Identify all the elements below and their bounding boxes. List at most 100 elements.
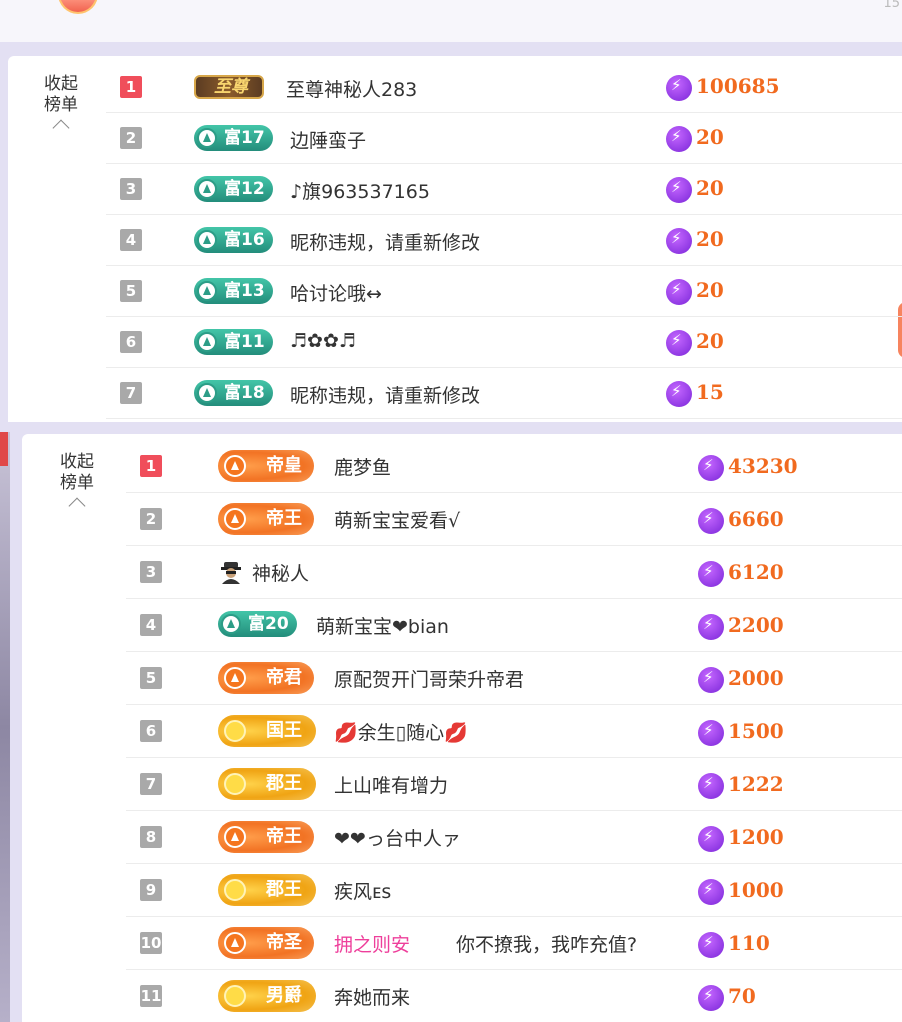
nickname-extra: 你不撩我，我咋充值? — [456, 934, 638, 956]
nickname[interactable]: ♬✿✿♬ — [290, 330, 356, 352]
level-badge[interactable]: 国王 — [218, 715, 316, 747]
score-value: 110 — [698, 931, 770, 958]
badge-label: 富18 — [224, 383, 265, 403]
collapse-leaderboard-button[interactable]: 收起 榜单 — [38, 74, 84, 137]
leaderboard-row[interactable]: 2 富17 边陲蛮子 20 — [106, 113, 902, 164]
score-number: 20 — [696, 227, 724, 251]
nickname[interactable]: 萌新宝宝❤bian — [316, 612, 449, 639]
nickname[interactable]: 至尊神秘人283 — [286, 75, 417, 102]
level-icon — [224, 985, 246, 1007]
leaderboard-row[interactable]: 6 国王 💋余生▯随心💋 1500 — [126, 705, 902, 758]
score-value: 20 — [666, 278, 724, 305]
leaderboard-row[interactable]: 1 至尊 至尊神秘人283 100685 — [106, 62, 902, 113]
level-badge[interactable]: 富20 — [218, 611, 297, 637]
badge-label: 富12 — [224, 179, 265, 199]
nickname[interactable]: 鹿梦鱼 — [334, 453, 391, 480]
leaderboard-row[interactable]: 5 富13 哈讨论哦↔ 20 — [106, 266, 902, 317]
leaderboard-row[interactable]: 2 帝王 萌新宝宝爱看√ 6660 — [126, 493, 902, 546]
badge-label: 至尊 — [214, 77, 248, 97]
lightning-coin-icon — [698, 720, 724, 746]
rank-number: 11 — [140, 985, 162, 1007]
score-number: 20 — [696, 278, 724, 302]
nickname[interactable]: 边陲蛮子 — [290, 126, 366, 153]
leaderboard-row[interactable]: 5 帝君 原配贺开门哥荣升帝君 2000 — [126, 652, 902, 705]
leaderboard-row[interactable]: 3 富12 ♪旗963537165 20 — [106, 164, 902, 215]
level-badge[interactable]: 郡王 — [218, 874, 316, 906]
level-badge[interactable]: 帝君 — [218, 662, 314, 694]
nickname[interactable]: 萌新宝宝爱看√ — [334, 506, 460, 533]
score-value: 20 — [666, 176, 724, 203]
score-number: 20 — [696, 176, 724, 200]
leaderboard-row[interactable]: 11 男爵 奔她而来 70 — [126, 970, 902, 1022]
nickname[interactable]: 原配贺开门哥荣升帝君 — [334, 665, 524, 692]
nickname[interactable]: 奔她而来 — [334, 983, 410, 1010]
nickname[interactable]: ♪旗963537165 — [290, 177, 430, 204]
rank-number: 6 — [120, 331, 142, 353]
level-badge[interactable]: 富18 — [194, 380, 273, 406]
leaderboard-row[interactable]: 9 郡王 疾风ᴇs 1000 — [126, 864, 902, 917]
rank-number: 9 — [140, 879, 162, 901]
badge-label: 郡王 — [266, 773, 302, 794]
level-icon — [221, 614, 241, 634]
level-badge[interactable]: 帝王 — [218, 821, 314, 853]
badge-label: 富20 — [248, 614, 289, 634]
level-icon — [224, 508, 246, 530]
score-number: 1200 — [728, 825, 784, 849]
leaderboard-row[interactable]: 7 富18 昵称违规，请重新修改 15 — [106, 368, 902, 419]
badge-label: 帝君 — [266, 667, 302, 688]
score-number: 1000 — [728, 878, 784, 902]
badge-label: 富17 — [224, 128, 265, 148]
level-badge[interactable]: 富11 — [194, 329, 273, 355]
level-badge[interactable]: 富12 — [194, 176, 273, 202]
level-icon — [224, 773, 246, 795]
score-value: 1200 — [698, 825, 784, 852]
nickname[interactable]: ❤❤っ台中人ァ — [334, 824, 461, 851]
chevron-up-icon — [52, 119, 70, 137]
score-number: 20 — [696, 125, 724, 149]
level-badge[interactable]: 富13 — [194, 278, 273, 304]
collapse-label: 收起 榜单 — [60, 452, 94, 493]
lightning-coin-icon — [666, 177, 692, 203]
nickname[interactable]: 昵称违规，请重新修改 — [290, 381, 480, 408]
rank-number: 3 — [120, 178, 142, 200]
level-badge[interactable]: 富17 — [194, 125, 273, 151]
level-badge[interactable]: 帝王 — [218, 503, 314, 535]
level-icon — [224, 667, 246, 689]
nickname[interactable]: 疾风ᴇs — [334, 877, 391, 904]
level-badge[interactable]: 帝圣 — [218, 927, 314, 959]
rank-number: 7 — [120, 382, 142, 404]
leaderboard-row[interactable]: 6 富11 ♬✿✿♬ 20 — [106, 317, 902, 368]
score-number: 43230 — [728, 454, 798, 478]
nickname[interactable]: 哈讨论哦↔ — [290, 279, 382, 306]
nickname[interactable]: 昵称违规，请重新修改 — [290, 228, 480, 255]
leaderboard-row[interactable]: 4 富16 昵称违规，请重新修改 20 — [106, 215, 902, 266]
top-strip: 15 — [0, 0, 902, 42]
score-number: 6120 — [728, 560, 784, 584]
leaderboard-row[interactable]: 7 郡王 上山唯有增力 1222 — [126, 758, 902, 811]
lightning-coin-icon — [698, 879, 724, 905]
level-icon — [224, 932, 246, 954]
level-badge[interactable]: 富16 — [194, 227, 273, 253]
panel-divider — [0, 422, 902, 434]
rank-number: 6 — [140, 720, 162, 742]
nickname[interactable]: 拥之则安 — [334, 930, 410, 957]
leaderboard-row[interactable]: 3 神秘人 6120 — [126, 546, 902, 599]
level-badge[interactable]: 至尊 — [194, 75, 264, 99]
leaderboard-row[interactable]: 8 帝王 ❤❤っ台中人ァ 1200 — [126, 811, 902, 864]
leaderboard-row[interactable]: 1 帝皇 鹿梦鱼 43230 — [126, 440, 902, 493]
leaderboard-row[interactable]: 4 富20 萌新宝宝❤bian 2200 — [126, 599, 902, 652]
collapse-leaderboard-button[interactable]: 收起 榜单 — [54, 452, 100, 515]
leaderboard-row[interactable]: 10 帝圣 拥之则安 你不撩我，我咋充值? 110 — [126, 917, 902, 970]
level-icon — [224, 720, 246, 742]
badge-label: 帝王 — [266, 826, 302, 847]
level-badge[interactable]: 郡王 — [218, 768, 316, 800]
nickname[interactable]: 神秘人 — [252, 559, 309, 586]
level-badge[interactable]: 帝皇 — [218, 450, 314, 482]
score-value: 1222 — [698, 772, 784, 799]
nickname[interactable]: 上山唯有增力 — [334, 771, 448, 798]
nickname[interactable]: 💋余生▯随心💋 — [334, 718, 468, 745]
rank-number: 5 — [120, 280, 142, 302]
badge-label: 帝王 — [266, 508, 302, 529]
collapse-label: 收起 榜单 — [44, 74, 78, 115]
level-badge[interactable]: 男爵 — [218, 980, 316, 1012]
